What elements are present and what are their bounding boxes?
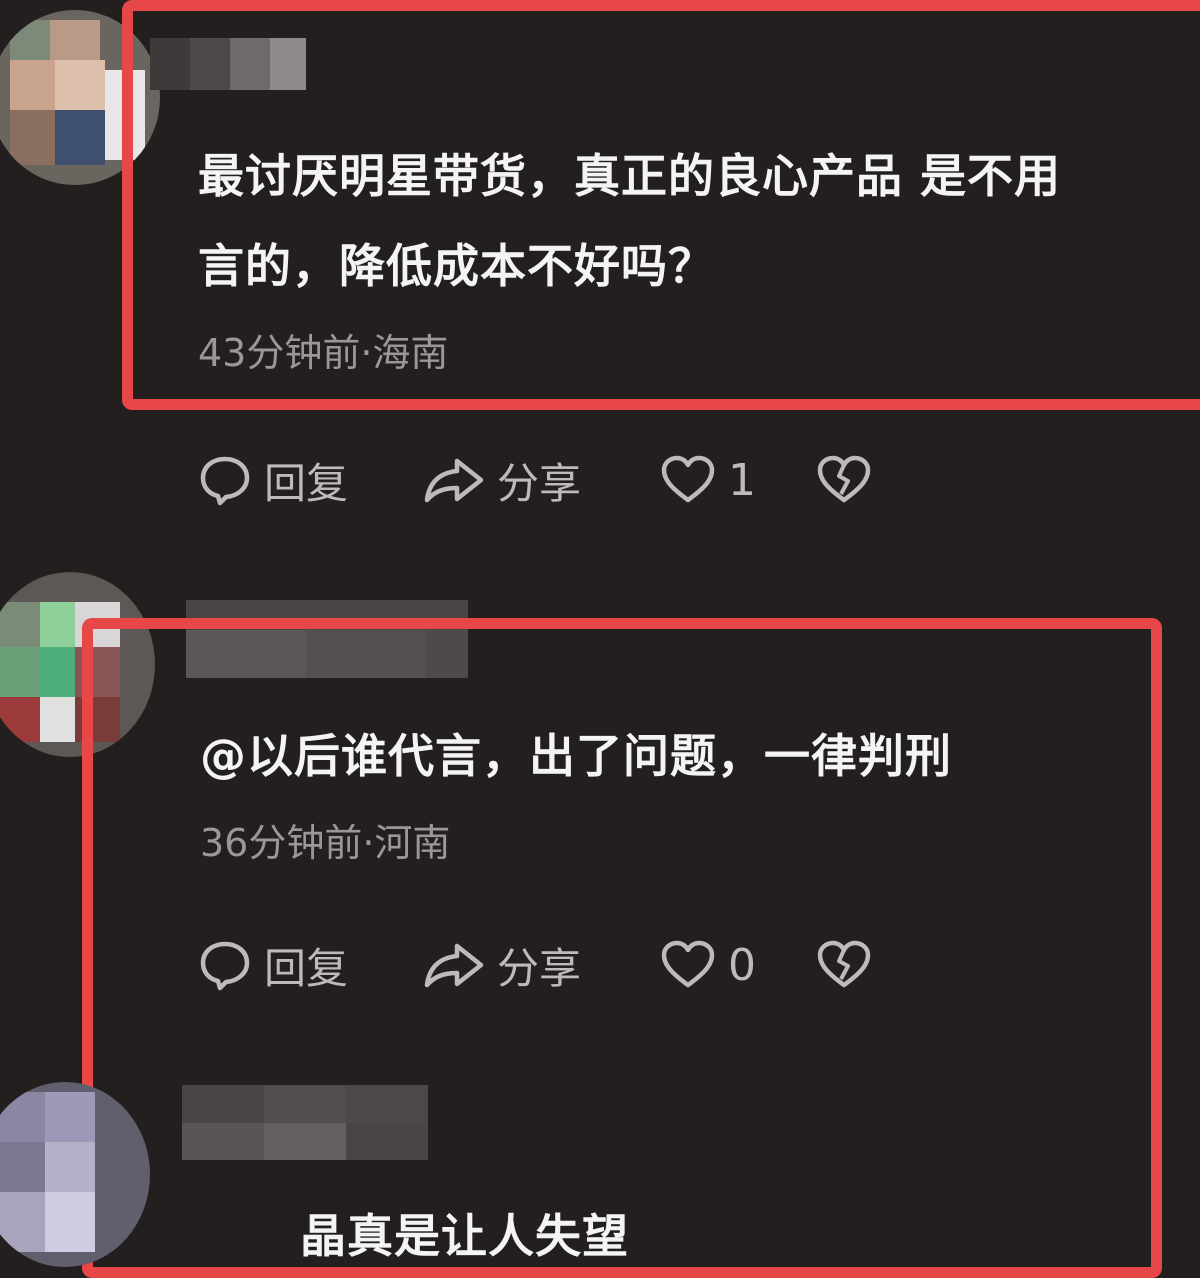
like-count: 0: [728, 939, 756, 991]
share-arrow-icon: [423, 453, 485, 507]
broken-heart-icon: [816, 939, 872, 991]
avatar-pixel: [0, 697, 40, 742]
avatar-pixel: [45, 1192, 95, 1252]
reply-button[interactable]: 回复: [198, 445, 348, 515]
avatar-pixel: [45, 1092, 95, 1142]
username-pixel: [182, 1085, 264, 1123]
avatar-pixel: [40, 602, 75, 647]
reply-label: 回复: [264, 458, 349, 508]
speech-bubble-icon: [198, 938, 252, 992]
like-count: 1: [728, 454, 756, 506]
username-pixel: [346, 1123, 428, 1160]
comment-text-line: 最讨厌明星带货，真正的良心产品 是不用: [198, 149, 1062, 203]
speech-bubble-icon: [198, 453, 252, 507]
broken-heart-icon: [816, 454, 872, 506]
share-button[interactable]: 分享: [423, 445, 581, 515]
comment-meta: 43分钟前·海南: [198, 331, 449, 375]
avatar-pixel: [45, 1142, 95, 1192]
heart-icon: [660, 454, 716, 506]
username-pixel: [264, 1085, 346, 1123]
avatar-pixel: [10, 110, 55, 165]
avatar-pixel: [0, 647, 40, 697]
avatar-pixel: [55, 110, 105, 165]
reply-label: 回复: [264, 943, 349, 993]
comment-text-line: @以后谁代言，出了问题，一律判刑: [200, 729, 952, 783]
share-label: 分享: [497, 943, 582, 993]
avatar-pixel: [0, 602, 40, 647]
avatar-pixel: [10, 60, 55, 110]
avatar-pixel: [55, 60, 105, 110]
share-button[interactable]: 分享: [423, 930, 581, 1000]
share-arrow-icon: [423, 938, 485, 992]
avatar-pixel: [0, 1092, 45, 1142]
username-pixel: [346, 1085, 428, 1123]
comment-meta: 36分钟前·河南: [200, 821, 451, 865]
avatar-pixel: [10, 20, 50, 60]
username-pixel: [264, 1123, 346, 1160]
heart-icon: [660, 939, 716, 991]
comment-text-line: 言的，降低成本不好吗？: [198, 239, 715, 293]
avatar-pixel: [0, 1192, 45, 1252]
dislike-button[interactable]: [816, 445, 872, 515]
avatar-pixel: [50, 20, 100, 60]
avatar-pixel: [0, 1142, 45, 1192]
avatar-pixel: [40, 697, 75, 742]
avatar-pixel: [40, 647, 75, 697]
comment-actions: 回复 分享 0: [198, 930, 898, 1000]
comment-text-line: 晶真是让人失望: [300, 1209, 629, 1263]
like-button[interactable]: 0: [660, 930, 756, 1000]
comment-actions: 回复 分享 1: [198, 445, 898, 515]
share-label: 分享: [497, 458, 582, 508]
dislike-button[interactable]: [816, 930, 872, 1000]
like-button[interactable]: 1: [660, 445, 756, 515]
username-blurred[interactable]: [182, 1085, 428, 1160]
username-pixel: [182, 1123, 264, 1160]
reply-button[interactable]: 回复: [198, 930, 348, 1000]
